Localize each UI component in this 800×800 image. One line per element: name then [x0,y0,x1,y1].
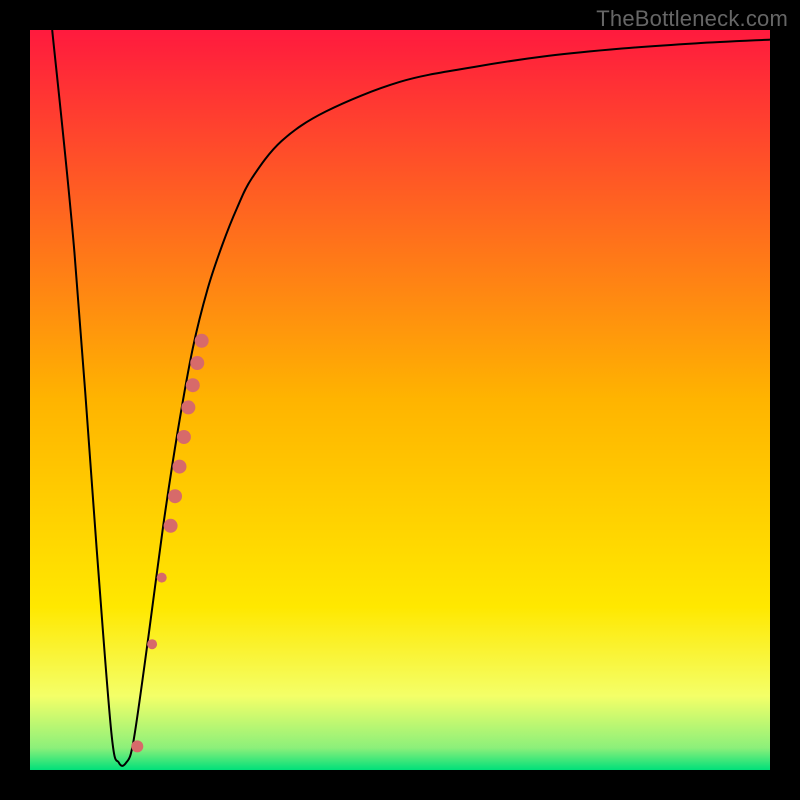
marker-point [164,519,178,533]
marker-point [177,430,191,444]
watermark-text: TheBottleneck.com [596,6,788,32]
marker-point [172,460,186,474]
marker-point [131,740,143,752]
marker-point [147,639,157,649]
chart-frame: TheBottleneck.com [0,0,800,800]
plot-area [30,30,770,770]
marker-point [195,334,209,348]
marker-point [186,378,200,392]
bottleneck-chart [30,30,770,770]
marker-point [168,489,182,503]
marker-point [157,573,167,583]
gradient-background [30,30,770,770]
marker-point [190,356,204,370]
marker-point [181,400,195,414]
